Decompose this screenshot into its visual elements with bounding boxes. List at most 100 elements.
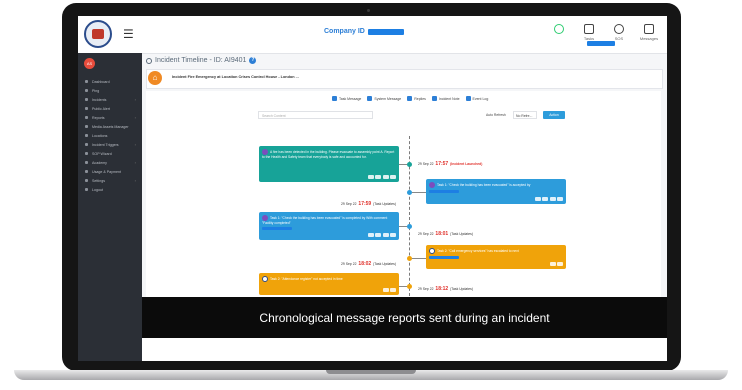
system-icon (429, 248, 435, 254)
timeline-card[interactable]: Task 2: "Call emergency services" has es… (426, 245, 566, 269)
timeline-node (407, 256, 412, 261)
logout-icon (85, 188, 88, 191)
sidebar-item-ping[interactable]: Ping (78, 86, 142, 95)
card-text: Task 1: "Check the building has been eva… (437, 182, 531, 187)
help-icon[interactable]: ? (249, 57, 257, 64)
sidebar-item-public-alert[interactable]: Public Alert (78, 104, 142, 113)
sos-label: SOS (614, 36, 624, 41)
chevron-right-icon: › (134, 97, 136, 102)
system-icon (262, 276, 268, 282)
home-icon: ⌂ (148, 71, 162, 85)
timeline-card[interactable]: Task 1: "Check the building has been eva… (426, 179, 566, 204)
wizard-icon (85, 152, 88, 155)
sidebar-item-incident-triggers[interactable]: Incident Triggers › (78, 140, 142, 149)
chevron-right-icon: › (134, 178, 136, 183)
connector (399, 164, 407, 165)
sidebar: AS Dashboard Ping Incidents › Public Aler… (78, 53, 142, 361)
redacted-company-id (367, 28, 404, 35)
timestamp: 29 Sep 22 18:12 (Task Updates) (418, 286, 473, 292)
message-filters: Task Message System Message Replies Inci… (332, 96, 488, 101)
redacted-user-name (587, 41, 615, 46)
sidebar-item-sop-wizard[interactable]: SOP Wizard (78, 149, 142, 158)
filter-label: Replies (414, 96, 426, 101)
search-input[interactable]: Search Content (258, 111, 373, 119)
sidebar-item-dashboard[interactable]: Dashboard (78, 77, 142, 86)
sidebar-item-label: Ping (92, 88, 100, 93)
auto-refresh-select[interactable]: No Refre... (513, 111, 537, 119)
chevron-right-icon: › (134, 160, 136, 165)
chevron-right-icon: › (134, 115, 136, 120)
academy-icon (85, 161, 88, 164)
ping-icon (85, 89, 88, 92)
sidebar-item-label: Media Assets Manager (92, 124, 129, 129)
sidebar-item-label: Academy (92, 160, 107, 165)
filter-label: Incident Note (438, 96, 460, 101)
checkbox-icon (332, 96, 337, 101)
filter-system-message[interactable]: System Message (367, 96, 401, 101)
timestamp: 29 Sep 22 17:57 (Incident Launched) (418, 161, 483, 167)
card-stats (367, 233, 396, 237)
mail-icon (644, 24, 654, 34)
filter-replies[interactable]: Replies (407, 96, 426, 101)
redacted-user (429, 190, 459, 193)
company-label: Company ID (324, 28, 365, 35)
timestamp: 29 Sep 22 18:02 (Task Updates) (341, 261, 396, 267)
sidebar-item-usage-payment[interactable]: Usage & Payment (78, 167, 142, 176)
timestamp: 29 Sep 22 17:59 (Task Updates) (341, 201, 396, 207)
card-text: Task 1: "Check the building has been eva… (262, 215, 388, 225)
checkbox-icon (431, 96, 437, 101)
filter-incident-note[interactable]: Incident Note (431, 96, 460, 101)
filter-label: Task Message (339, 96, 362, 101)
timeline-node (407, 162, 412, 167)
sidebar-item-settings[interactable]: Settings › (78, 176, 142, 185)
toolbar-icons: Tasks SOS Messages (549, 24, 659, 41)
dashboard-icon (85, 80, 88, 83)
sidebar-item-locations[interactable]: Locations (78, 131, 142, 140)
card-stats (549, 262, 563, 266)
action-button[interactable]: Action (543, 111, 565, 119)
caption-text: Chronological message reports sent durin… (259, 311, 550, 325)
back-icon[interactable] (146, 57, 152, 64)
avatar[interactable]: AS (84, 58, 95, 69)
sidebar-item-reports[interactable]: Reports › (78, 113, 142, 122)
checkbox-icon (407, 96, 413, 101)
user-status-icon (554, 24, 564, 34)
top-bar: ☰ Company ID Tasks SOS Messages (78, 16, 667, 54)
sidebar-item-label: Incidents (92, 97, 107, 102)
incidents-icon (85, 98, 88, 101)
sidebar-item-label: Public Alert (92, 106, 110, 111)
timeline-card[interactable]: A fire has been detected in the building… (259, 146, 399, 182)
timeline-card[interactable]: Task 1: "Check the building has been eva… (259, 212, 399, 240)
caption-banner: Chronological message reports sent durin… (142, 297, 667, 338)
card-text: Task 2: "Attendance register" not accept… (270, 276, 343, 281)
menu-icon[interactable]: ☰ (123, 28, 134, 40)
reports-icon (85, 116, 88, 119)
filter-task-message[interactable]: Task Message (332, 96, 361, 101)
sidebar-item-logout[interactable]: Logout (78, 185, 142, 194)
filter-label: Event Log (472, 96, 489, 101)
connector (399, 226, 407, 227)
page-title: Incident Timeline - ID: AI9401 (155, 57, 247, 64)
checkbox-icon (367, 96, 373, 101)
sidebar-item-academy[interactable]: Academy › (78, 158, 142, 167)
camera-icon (367, 9, 370, 12)
sos-button[interactable]: SOS (609, 24, 629, 41)
redacted-user (262, 227, 292, 231)
sidebar-item-incidents[interactable]: Incidents › (78, 95, 142, 104)
page-title-row: Incident Timeline - ID: AI9401 ? (146, 57, 257, 64)
company-logo[interactable] (84, 20, 112, 48)
connector (399, 286, 407, 287)
filter-event-log[interactable]: Event Log (465, 96, 489, 101)
timeline-card[interactable]: Task 2: "Attendance register" not accept… (259, 273, 399, 295)
user-status-button[interactable] (549, 24, 569, 41)
sidebar-menu: Dashboard Ping Incidents › Public Alert R… (78, 77, 142, 194)
footer-area (142, 338, 667, 361)
messages-button[interactable]: Messages (639, 24, 659, 41)
company-id: Company ID (324, 28, 404, 35)
sidebar-item-media-assets[interactable]: Media Assets Manager (78, 122, 142, 131)
screen: ☰ Company ID Tasks SOS Messages AS Dashb… (78, 16, 667, 361)
tasks-button[interactable]: Tasks (579, 24, 599, 41)
public-alert-icon (85, 107, 88, 110)
timeline-node (407, 224, 412, 229)
sidebar-item-label: Locations (92, 133, 108, 138)
